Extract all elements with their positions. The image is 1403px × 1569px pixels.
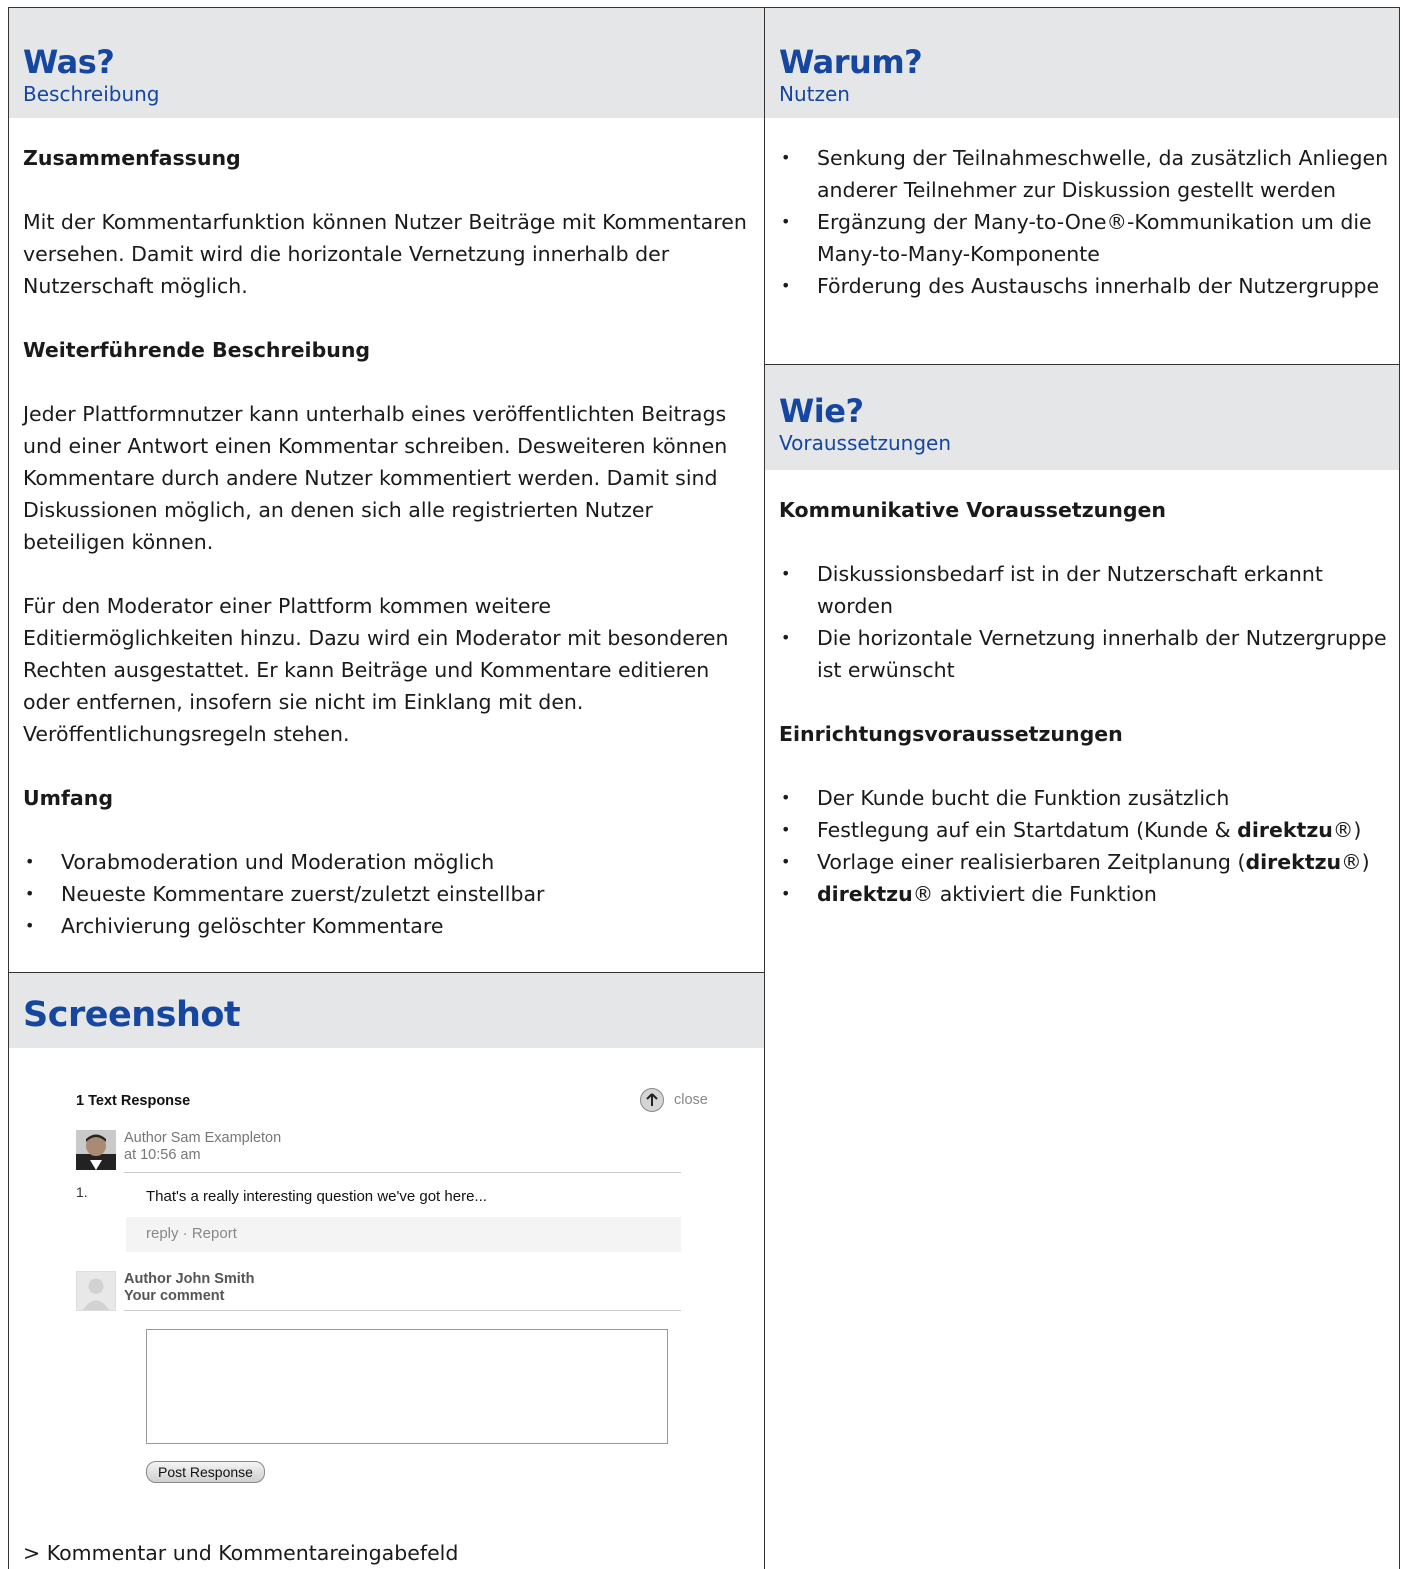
further-paragraph-2: Für den Moderator einer Plattform kommen… bbox=[23, 594, 729, 746]
close-link[interactable]: close bbox=[674, 1092, 708, 1108]
benefits-list: Senkung der Teilnahmeschwelle, da zusätz… bbox=[779, 142, 1394, 302]
list-item: Diskussionsbedarf ist in der Nutzerschaf… bbox=[779, 558, 1394, 622]
setup-heading: Einrichtungsvoraussetzungen bbox=[779, 722, 1123, 746]
screenshot-caption: > Kommentar und Kommentareingabefeld bbox=[23, 1541, 459, 1565]
scope-list: Vorabmoderation und Moderation möglich N… bbox=[23, 846, 753, 942]
avatar bbox=[76, 1271, 116, 1311]
comm-heading: Kommunikative Voraussetzungen bbox=[779, 498, 1167, 522]
wie-subtitle: Voraussetzungen bbox=[779, 431, 952, 455]
was-title: Was? bbox=[23, 43, 115, 81]
reply-report-links[interactable]: reply · Report bbox=[126, 1217, 681, 1252]
your-comment-label: Your comment bbox=[124, 1288, 225, 1304]
setup-text: Der Kunde bucht die Funktion zusätzlich bbox=[817, 786, 1230, 810]
setup-text: ® aktiviert die Funktion bbox=[912, 882, 1157, 906]
frame-mid bbox=[764, 7, 765, 1569]
setup-text: Vorlage einer realisierbaren Zeitplanung… bbox=[817, 850, 1246, 874]
was-body: Zusammenfassung Mit der Kommentarfunktio… bbox=[23, 142, 753, 942]
setup-list: Der Kunde bucht die Funktion zusätzlich … bbox=[779, 782, 1394, 910]
wie-title: Wie? bbox=[779, 392, 864, 430]
comment-textarea[interactable] bbox=[146, 1329, 668, 1444]
screenshot-title: Screenshot bbox=[23, 995, 241, 1035]
list-item: Neueste Kommentare zuerst/zuletzt einste… bbox=[23, 878, 753, 910]
warum-header: Warum? Nutzen bbox=[765, 8, 1399, 118]
scope-heading: Umfang bbox=[23, 786, 114, 810]
was-subtitle: Beschreibung bbox=[23, 82, 160, 106]
avatar bbox=[76, 1130, 116, 1170]
list-item: Vorlage einer realisierbaren Zeitplanung… bbox=[779, 846, 1394, 878]
author-1[interactable]: Author Sam Exampleton bbox=[124, 1130, 281, 1147]
warum-title: Warum? bbox=[779, 43, 923, 81]
arrow-up-icon[interactable] bbox=[640, 1088, 664, 1112]
frame-left bbox=[8, 7, 9, 1569]
frame-right bbox=[1399, 7, 1400, 1569]
brand-name: direktzu bbox=[817, 882, 913, 906]
comment-text: That's a really interesting question we'… bbox=[146, 1188, 487, 1205]
summary-heading: Zusammenfassung bbox=[23, 146, 241, 170]
list-item: Ergänzung der Many-to-One®-Kommunikation… bbox=[779, 206, 1394, 270]
separator bbox=[124, 1310, 681, 1311]
wie-header: Wie? Voraussetzungen bbox=[765, 365, 1399, 470]
response-title: 1 Text Response bbox=[76, 1093, 191, 1109]
comm-list: Diskussionsbedarf ist in der Nutzerschaf… bbox=[779, 558, 1394, 686]
further-paragraph-1: Jeder Plattformnutzer kann unterhalb ein… bbox=[23, 402, 728, 554]
list-item: Senkung der Teilnahmeschwelle, da zusätz… bbox=[779, 142, 1394, 206]
brand-name: direktzu bbox=[1237, 818, 1333, 842]
setup-text: ®) bbox=[1332, 818, 1362, 842]
list-item: Archivierung gelöschter Kommentare bbox=[23, 910, 753, 942]
was-header: Was? Beschreibung bbox=[9, 8, 764, 118]
list-item: Der Kunde bucht die Funktion zusätzlich bbox=[779, 782, 1394, 814]
list-item: Die horizontale Vernetzung innerhalb der… bbox=[779, 622, 1394, 686]
author-2[interactable]: Author John Smith bbox=[124, 1271, 255, 1288]
setup-text: ®) bbox=[1341, 850, 1370, 874]
post-response-button[interactable]: Post Response bbox=[146, 1461, 265, 1483]
close-control[interactable]: close bbox=[640, 1088, 708, 1112]
setup-text: Festlegung auf ein Startdatum (Kunde & bbox=[817, 818, 1238, 842]
warum-subtitle: Nutzen bbox=[779, 82, 850, 106]
list-item: direktzu® aktiviert die Funktion bbox=[779, 878, 1394, 910]
list-item: Vorabmoderation und Moderation möglich bbox=[23, 846, 753, 878]
list-item: Förderung des Austauschs innerhalb der N… bbox=[779, 270, 1394, 302]
brand-name: direktzu bbox=[1245, 850, 1342, 874]
wie-body: Kommunikative Voraussetzungen Diskussion… bbox=[779, 494, 1394, 910]
comment-widget: 1 Text Response close Author Sam Example… bbox=[76, 1088, 726, 1493]
timestamp: at 10:56 am bbox=[124, 1147, 201, 1163]
list-item: Festlegung auf ein Startdatum (Kunde & d… bbox=[779, 814, 1394, 846]
separator bbox=[124, 1172, 681, 1173]
summary-text: Mit der Kommentarfunktion können Nutzer … bbox=[23, 210, 747, 298]
further-heading: Weiterführende Beschreibung bbox=[23, 338, 371, 362]
warum-body: Senkung der Teilnahmeschwelle, da zusätz… bbox=[779, 142, 1394, 302]
screenshot-header: Screenshot bbox=[9, 973, 764, 1048]
comment-number: 1. bbox=[76, 1184, 88, 1200]
